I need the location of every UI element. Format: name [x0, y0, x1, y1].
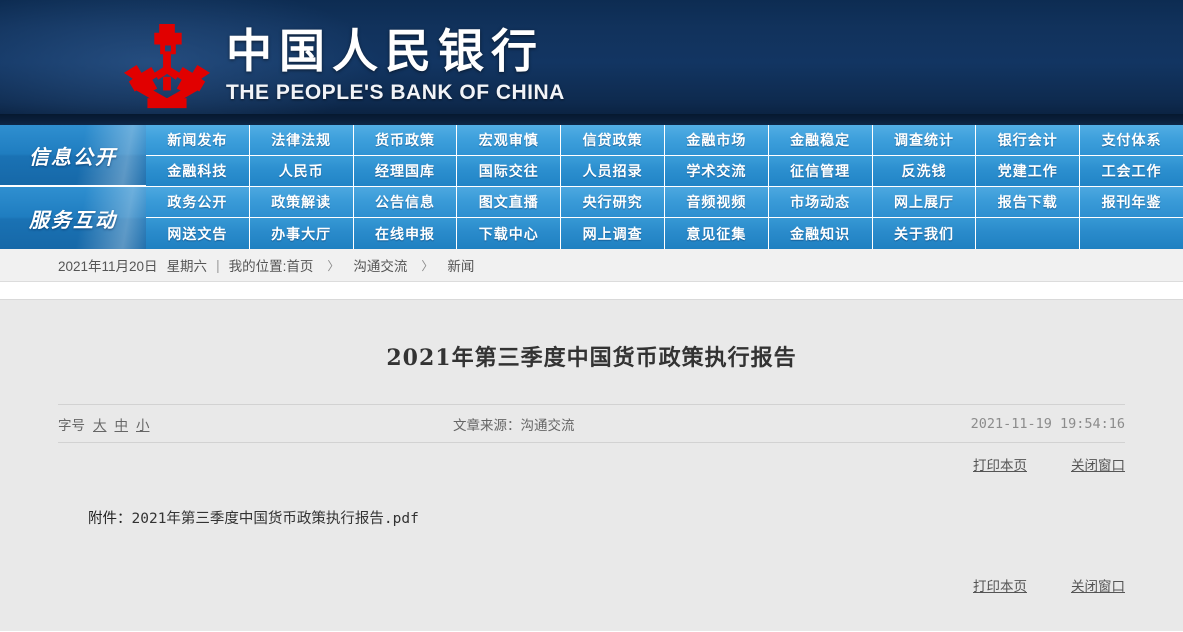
print-page-link-top[interactable]: 打印本页: [973, 454, 1027, 474]
main-navigation: 信息公开 服务互动 新闻发布 法律法规 货币政策 宏观审慎 信贷政策 金融市场 …: [0, 125, 1183, 249]
pboc-logo-icon: [118, 22, 216, 112]
page-title: 2021年第三季度中国货币政策执行报告: [0, 300, 1183, 372]
font-size-label: 字号: [58, 414, 85, 434]
nav-row-4: 网送文告 办事大厅 在线申报 下载中心 网上调查 意见征集 金融知识 关于我们: [146, 218, 1183, 249]
nav-item-credit-reference[interactable]: 征信管理: [769, 156, 873, 186]
nav-row-1: 新闻发布 法律法规 货币政策 宏观审慎 信贷政策 金融市场 金融稳定 调查统计 …: [146, 125, 1183, 156]
nav-item-feedback[interactable]: 意见征集: [665, 218, 769, 249]
nav-item-service-hall[interactable]: 办事大厅: [250, 218, 354, 249]
attachment-row: 附件：2021年第三季度中国货币政策执行报告.pdf: [88, 507, 1125, 528]
attachment-file-link[interactable]: 2021年第三季度中国货币政策执行报告.pdf: [132, 511, 419, 527]
breadcrumb-date: 2021年11月20日: [58, 255, 158, 275]
font-size-medium-button[interactable]: 中: [115, 414, 129, 434]
nav-item-recruitment[interactable]: 人员招录: [561, 156, 665, 186]
nav-item-laws-regulations[interactable]: 法律法规: [250, 125, 354, 155]
logo-chinese-name: 中国人民银行: [226, 27, 565, 75]
article-tools-bottom: 打印本页 关闭窗口: [58, 564, 1125, 606]
close-window-link-top[interactable]: 关闭窗口: [1071, 454, 1125, 474]
nav-item-financial-market[interactable]: 金融市场: [665, 125, 769, 155]
nav-item-anti-money-laundering[interactable]: 反洗钱: [873, 156, 977, 186]
nav-item-central-bank-research[interactable]: 央行研究: [561, 187, 665, 217]
breadcrumb-arrow-1: 〉: [327, 257, 339, 274]
nav-item-union-work[interactable]: 工会工作: [1080, 156, 1183, 186]
nav-item-empty-2: [1080, 218, 1183, 249]
nav-item-treasury-management[interactable]: 经理国库: [354, 156, 458, 186]
site-header-banner: 中国人民银行 THE PEOPLE'S BANK OF CHINA: [0, 0, 1183, 125]
nav-item-fintech[interactable]: 金融科技: [146, 156, 250, 186]
article-timestamp: 2021-11-19 19:54:16: [971, 416, 1125, 432]
nav-item-audio-video[interactable]: 音频视频: [665, 187, 769, 217]
close-window-link-bottom[interactable]: 关闭窗口: [1071, 575, 1125, 595]
article-source: 文章来源：沟通交流: [453, 414, 575, 434]
nav-item-online-exhibition[interactable]: 网上展厅: [873, 187, 977, 217]
nav-item-web-notices[interactable]: 网送文告: [146, 218, 250, 249]
article-meta-bar: 字号 大 中 小 文章来源：沟通交流 2021-11-19 19:54:16: [58, 404, 1125, 443]
nav-item-press-yearbook[interactable]: 报刊年鉴: [1080, 187, 1183, 217]
nav-item-about-us[interactable]: 关于我们: [873, 218, 977, 249]
attachment-label: 附件：: [88, 511, 132, 527]
site-logo[interactable]: 中国人民银行 THE PEOPLE'S BANK OF CHINA: [118, 22, 565, 112]
nav-item-bank-accounting[interactable]: 银行会计: [976, 125, 1080, 155]
nav-item-download-center[interactable]: 下载中心: [457, 218, 561, 249]
nav-category-column: 信息公开 服务互动: [0, 125, 146, 249]
nav-item-government-affairs[interactable]: 政务公开: [146, 187, 250, 217]
nav-item-report-download[interactable]: 报告下载: [976, 187, 1080, 217]
breadcrumb-weekday: 星期六: [167, 255, 208, 275]
nav-item-party-building[interactable]: 党建工作: [976, 156, 1080, 186]
nav-item-announcements[interactable]: 公告信息: [354, 187, 458, 217]
font-size-large-button[interactable]: 大: [93, 414, 107, 434]
nav-links-grid: 新闻发布 法律法规 货币政策 宏观审慎 信贷政策 金融市场 金融稳定 调查统计 …: [146, 125, 1183, 249]
article-content-area: 2021年第三季度中国货币政策执行报告 字号 大 中 小 文章来源：沟通交流 2…: [0, 300, 1183, 631]
nav-row-2: 金融科技 人民币 经理国库 国际交往 人员招录 学术交流 征信管理 反洗钱 党建…: [146, 156, 1183, 187]
breadcrumb-arrow-2: 〉: [421, 257, 433, 274]
nav-item-international-exchange[interactable]: 国际交往: [457, 156, 561, 186]
nav-item-online-survey[interactable]: 网上调查: [561, 218, 665, 249]
nav-item-empty-1: [976, 218, 1080, 249]
nav-item-financial-stability[interactable]: 金融稳定: [769, 125, 873, 155]
nav-category-service-interaction[interactable]: 服务互动: [0, 187, 146, 249]
nav-item-policy-interpretation[interactable]: 政策解读: [250, 187, 354, 217]
nav-item-credit-policy[interactable]: 信贷政策: [561, 125, 665, 155]
nav-category-information-disclosure[interactable]: 信息公开: [0, 125, 146, 187]
breadcrumb-link-communication[interactable]: 沟通交流: [353, 255, 407, 275]
logo-english-name: THE PEOPLE'S BANK OF CHINA: [226, 81, 565, 105]
breadcrumb: 2021年11月20日 星期六 | 我的位置:首页 〉 沟通交流 〉 新闻: [0, 249, 1183, 282]
nav-item-survey-statistics[interactable]: 调查统计: [873, 125, 977, 155]
nav-item-news-release[interactable]: 新闻发布: [146, 125, 250, 155]
nav-item-financial-knowledge[interactable]: 金融知识: [769, 218, 873, 249]
font-size-controls: 字号 大 中 小: [58, 414, 150, 434]
nav-item-market-dynamics[interactable]: 市场动态: [769, 187, 873, 217]
nav-row-3: 政务公开 政策解读 公告信息 图文直播 央行研究 音频视频 市场动态 网上展厅 …: [146, 187, 1183, 218]
breadcrumb-location-label: 我的位置:首页: [229, 255, 314, 275]
nav-item-payment-system[interactable]: 支付体系: [1080, 125, 1183, 155]
nav-item-live-broadcast[interactable]: 图文直播: [457, 187, 561, 217]
content-top-spacer: [0, 282, 1183, 300]
breadcrumb-link-news[interactable]: 新闻: [447, 255, 474, 275]
nav-item-rmb[interactable]: 人民币: [250, 156, 354, 186]
article-tools-top: 打印本页 关闭窗口: [58, 443, 1125, 485]
breadcrumb-divider: |: [216, 258, 220, 273]
nav-item-macro-prudential[interactable]: 宏观审慎: [457, 125, 561, 155]
nav-item-monetary-policy[interactable]: 货币政策: [354, 125, 458, 155]
nav-item-academic-exchange[interactable]: 学术交流: [665, 156, 769, 186]
nav-item-online-declaration[interactable]: 在线申报: [354, 218, 458, 249]
print-page-link-bottom[interactable]: 打印本页: [973, 575, 1027, 595]
font-size-small-button[interactable]: 小: [136, 414, 150, 434]
